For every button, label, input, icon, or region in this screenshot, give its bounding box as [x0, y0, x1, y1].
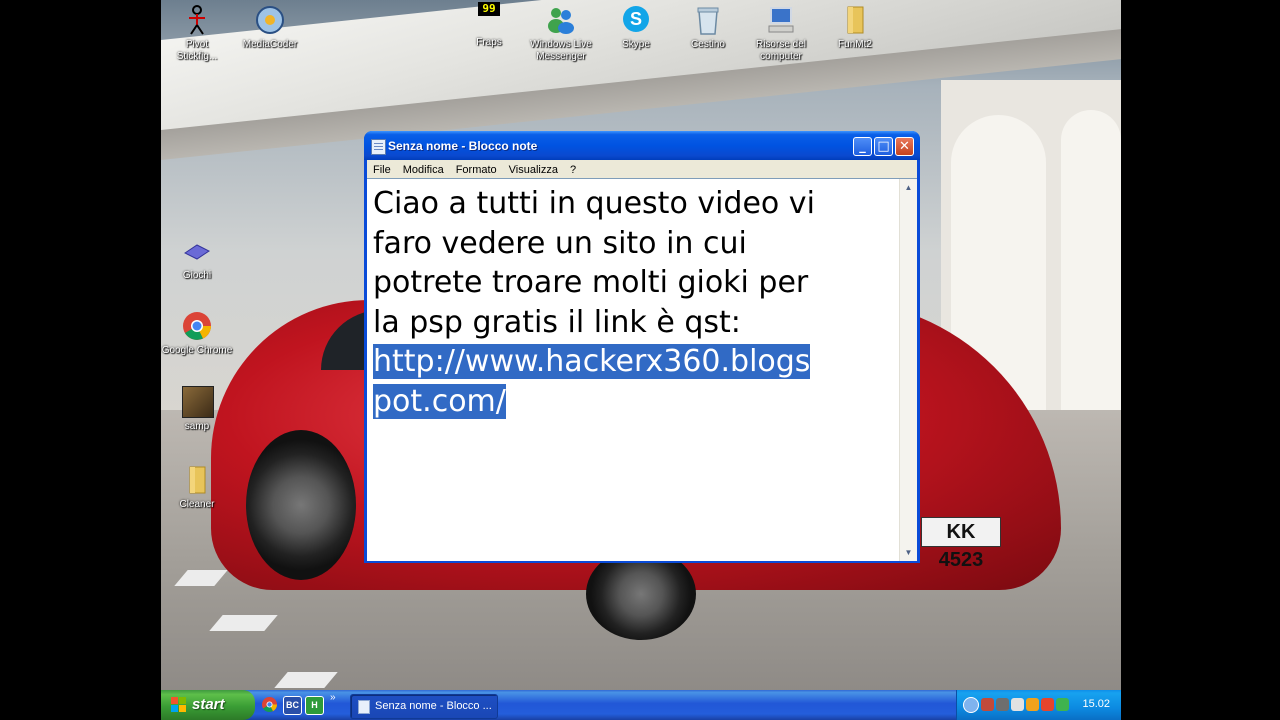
stickfigure-icon	[181, 4, 213, 36]
tray-expand-icon[interactable]	[963, 697, 979, 713]
menu-formato[interactable]: Formato	[450, 161, 503, 177]
vertical-scrollbar[interactable]: ▲ ▼	[899, 179, 917, 561]
document-text[interactable]: Ciao a tutti in questo video vi faro ved…	[373, 184, 893, 421]
text-selected-link: http://www.hackerx360.blogs pot.com/	[373, 344, 811, 419]
desktop-icon-samp[interactable]: samp	[161, 386, 235, 433]
minimize-button[interactable]: _	[853, 137, 872, 156]
desktop-icon-giochi[interactable]: Giochi	[161, 235, 235, 282]
text-plain: Ciao a tutti in questo video vi faro ved…	[373, 186, 815, 340]
taskbar-button-notepad[interactable]: Senza nome - Blocco ...	[350, 694, 498, 719]
taskbar: start BC H » Senza nome - Blocco ... 15.…	[161, 690, 1121, 720]
start-label: start	[192, 696, 225, 713]
scroll-down-icon[interactable]: ▼	[901, 545, 916, 560]
quicklaunch-bc-icon[interactable]: BC	[283, 696, 302, 715]
window-title: Senza nome - Blocco note	[388, 139, 538, 153]
chrome-icon	[181, 310, 213, 342]
folder-icon	[839, 4, 871, 36]
mediacoder-icon	[254, 4, 286, 36]
tray-messenger-icon[interactable]	[1041, 698, 1054, 711]
tray-windows-icon[interactable]	[1056, 698, 1069, 711]
desktop-icon-fraps[interactable]: 99 Fraps	[451, 2, 527, 49]
menu-help[interactable]: ?	[564, 161, 582, 177]
recycle-bin-icon	[692, 4, 724, 36]
desktop-icon-mediacoder[interactable]: MediaCoder	[232, 4, 308, 51]
scroll-up-icon[interactable]: ▲	[901, 180, 916, 195]
text-editor[interactable]: Ciao a tutti in questo video vi faro ved…	[367, 178, 917, 561]
messenger-icon	[545, 4, 577, 36]
menu-modifica[interactable]: Modifica	[397, 161, 450, 177]
desktop-icon-skype[interactable]: S Skype	[598, 4, 674, 51]
skype-icon: S	[620, 4, 652, 36]
title-bar[interactable]: Senza nome - Blocco note _ □ ✕	[364, 131, 920, 160]
desktop-icon-my-computer[interactable]: Risorse del computer	[743, 4, 819, 63]
tray-volume-icon[interactable]	[1011, 698, 1024, 711]
desktop-icon-pivot[interactable]: Pivot Stickfig...	[161, 4, 235, 63]
games-icon	[181, 235, 213, 267]
computer-icon	[765, 4, 797, 36]
menu-file[interactable]: File	[367, 161, 397, 177]
menu-bar: File Modifica Formato Visualizza?	[367, 160, 917, 178]
maximize-button[interactable]: □	[874, 137, 893, 156]
close-button[interactable]: ✕	[895, 137, 914, 156]
desktop-icon-recycle-bin[interactable]: Cestino	[670, 4, 746, 51]
clock[interactable]: 15.02	[1082, 698, 1110, 710]
menu-visualizza[interactable]: Visualizza	[503, 161, 564, 177]
notepad-window: Senza nome - Blocco note _ □ ✕ File Modif…	[364, 131, 920, 563]
tray-antivirus-icon[interactable]	[1026, 698, 1039, 711]
samp-icon	[181, 386, 214, 418]
tray-network-icon[interactable]	[981, 698, 994, 711]
folder-icon	[181, 464, 213, 496]
start-button[interactable]: start	[161, 690, 255, 720]
quicklaunch-chrome-icon[interactable]	[261, 696, 278, 713]
notepad-icon	[371, 139, 386, 155]
tray-shield-icon[interactable]	[996, 698, 1009, 711]
desktop-icon-messenger[interactable]: Windows Live Messenger	[523, 4, 599, 63]
license-plate: KK 4523	[921, 517, 1001, 571]
system-tray: 15.02	[956, 690, 1121, 720]
fraps-icon: 99	[473, 2, 505, 34]
desktop-icon-google-chrome[interactable]: Google Chrome	[161, 310, 235, 357]
quicklaunch-expand-icon[interactable]: »	[330, 692, 336, 703]
desktop-icon-cleaner[interactable]: Cleaner	[161, 464, 235, 511]
desktop-icon-funmt2[interactable]: FunMt2	[817, 4, 893, 51]
quicklaunch-h-icon[interactable]: H	[305, 696, 324, 715]
windows-logo-icon	[171, 697, 187, 713]
notepad-icon	[358, 700, 370, 714]
